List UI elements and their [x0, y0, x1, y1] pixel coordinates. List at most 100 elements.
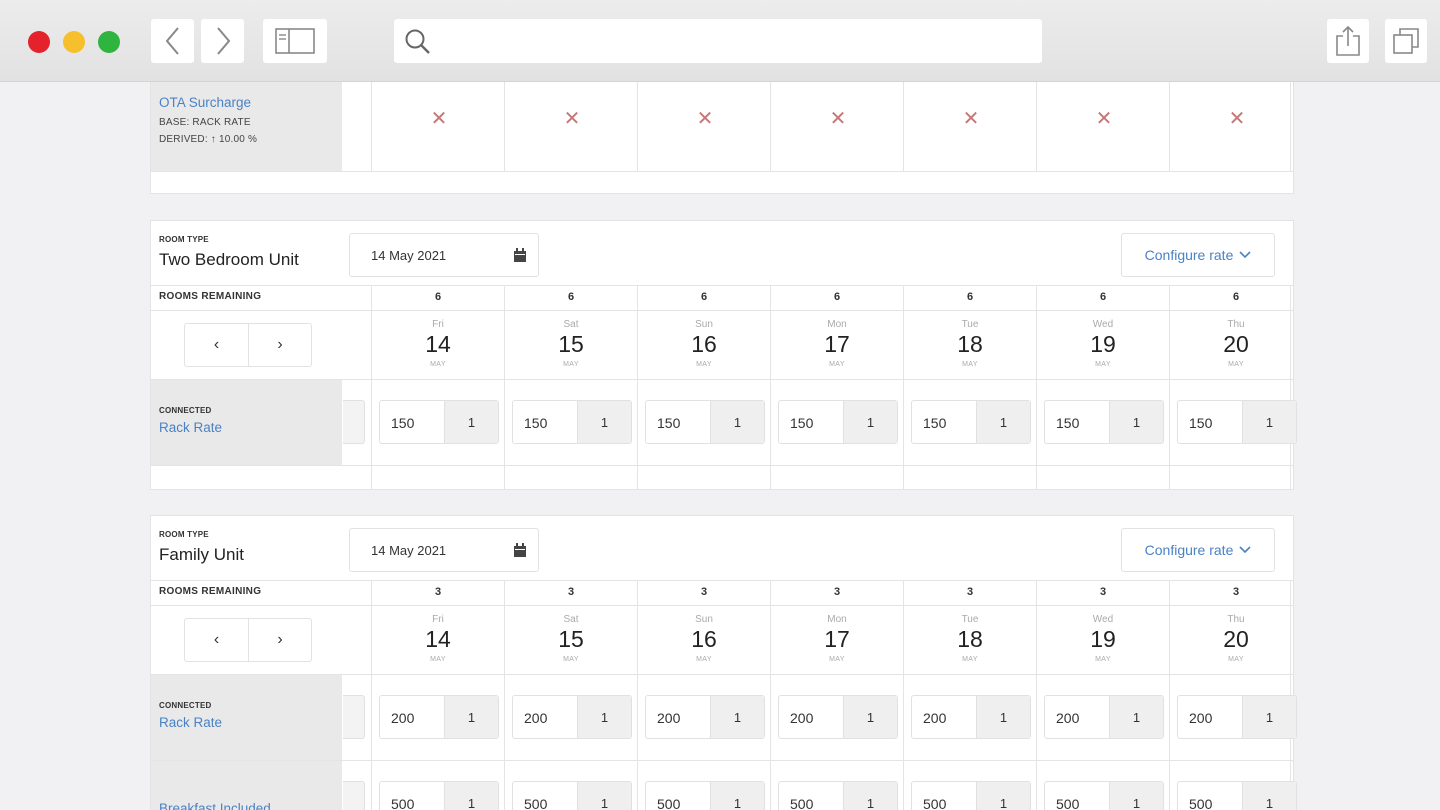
- rate-min-stay-input[interactable]: 1: [1109, 401, 1163, 443]
- rate-price-value: 150: [391, 415, 415, 431]
- rate-price-input[interactable]: 150 1: [911, 400, 1031, 444]
- room-type-label: ROOM TYPE: [159, 235, 209, 244]
- day-month: MAY: [430, 656, 446, 663]
- rate-min-stay-input[interactable]: 1: [577, 782, 631, 810]
- not-applicable-icon: ✕: [696, 108, 714, 130]
- sidebar-toggle-button[interactable]: [263, 19, 327, 63]
- previous-week-button[interactable]: ‹: [185, 324, 248, 366]
- rate-price-input[interactable]: 500 1: [645, 781, 765, 810]
- rate-min-stay-input[interactable]: 1: [1109, 782, 1163, 810]
- rate-min-stay-input[interactable]: 1: [976, 782, 1030, 810]
- rate-price-input[interactable]: 500 1: [512, 781, 632, 810]
- rate-min-stay-input[interactable]: 1: [843, 696, 897, 738]
- rate-price-input[interactable]: 200 1: [379, 695, 499, 739]
- rate-price-input[interactable]: 200 1: [512, 695, 632, 739]
- day-name: Sun: [695, 614, 713, 625]
- rooms-remaining-value: 3: [700, 586, 708, 598]
- rate-plan-link[interactable]: Breakfast Included: [159, 801, 271, 810]
- rate-min-stay-input[interactable]: 1: [1242, 401, 1296, 443]
- rate-min-stay-input[interactable]: 1: [710, 782, 764, 810]
- minimize-window-button[interactable]: [63, 31, 85, 53]
- rate-min-stay-input[interactable]: 1: [577, 401, 631, 443]
- rate-price-input[interactable]: 500 1: [1044, 781, 1164, 810]
- day-month: MAY: [962, 361, 978, 368]
- rate-price-input[interactable]: 150 1: [1177, 400, 1297, 444]
- room-type-name: Two Bedroom Unit: [159, 250, 299, 269]
- configure-rate-button[interactable]: Configure rate: [1121, 233, 1275, 277]
- close-window-button[interactable]: [28, 31, 50, 53]
- rate-price-value: 200: [657, 710, 681, 726]
- rate-price-input[interactable]: 200 1: [645, 695, 765, 739]
- day-month: MAY: [696, 656, 712, 663]
- not-applicable-icon: ✕: [430, 108, 448, 130]
- chevron-left-icon: [165, 27, 179, 55]
- rate-price-input[interactable]: 500 1: [1177, 781, 1297, 810]
- rate-price-input[interactable]: 500 1: [911, 781, 1031, 810]
- rate-min-stay-input[interactable]: 1: [444, 696, 498, 738]
- rate-price-input[interactable]: 200 1: [1177, 695, 1297, 739]
- tabs-button[interactable]: [1385, 19, 1427, 63]
- chevron-down-icon: [1239, 546, 1251, 554]
- rooms-remaining-value: 6: [1099, 291, 1107, 303]
- rate-price-input[interactable]: 150 1: [1044, 400, 1164, 444]
- rate-min-stay-input[interactable]: 1: [843, 401, 897, 443]
- rate-min-stay-input[interactable]: 1: [444, 782, 498, 810]
- configure-rate-button[interactable]: Configure rate: [1121, 528, 1275, 572]
- date-picker-value: 14 May 2021: [371, 248, 447, 263]
- rate-price-input[interactable]: 200 1: [1044, 695, 1164, 739]
- configure-rate-label: Configure rate: [1144, 542, 1234, 558]
- day-month: MAY: [1095, 361, 1111, 368]
- previous-week-button[interactable]: ‹: [185, 619, 248, 661]
- day-number: 15: [558, 331, 584, 357]
- next-week-button[interactable]: ›: [248, 619, 311, 661]
- rate-cell-stub: [343, 695, 365, 739]
- date-picker[interactable]: 14 May 2021: [349, 233, 539, 277]
- rate-price-value: 200: [1056, 710, 1080, 726]
- rate-price-input[interactable]: 150 1: [778, 400, 898, 444]
- rate-price-input[interactable]: 200 1: [778, 695, 898, 739]
- day-number: 17: [824, 331, 850, 357]
- rate-min-stay-input[interactable]: 1: [710, 696, 764, 738]
- share-button[interactable]: [1327, 19, 1369, 63]
- rate-price-input[interactable]: 150 1: [379, 400, 499, 444]
- zoom-window-button[interactable]: [98, 31, 120, 53]
- rate-min-stay-input[interactable]: 1: [843, 782, 897, 810]
- rate-plan-link[interactable]: Rack Rate: [159, 420, 222, 435]
- rate-min-stay-input[interactable]: 1: [1242, 696, 1296, 738]
- rate-price-value: 500: [790, 796, 814, 810]
- rate-min-stay-input[interactable]: 1: [976, 401, 1030, 443]
- back-button[interactable]: [151, 19, 194, 63]
- rate-price-input[interactable]: 200 1: [911, 695, 1031, 739]
- day-number: 16: [691, 626, 717, 652]
- rate-min-stay-input[interactable]: 1: [444, 401, 498, 443]
- rooms-remaining-value: 6: [700, 291, 708, 303]
- rate-min-stay-input[interactable]: 1: [1109, 696, 1163, 738]
- day-name: Sat: [563, 319, 579, 330]
- rate-min-stay-input[interactable]: 1: [710, 401, 764, 443]
- address-bar[interactable]: [394, 19, 1042, 63]
- day-number: 19: [1090, 331, 1116, 357]
- forward-button[interactable]: [201, 19, 244, 63]
- day-number: 18: [957, 626, 983, 652]
- not-applicable-icon: ✕: [1095, 108, 1113, 130]
- rate-min-stay-input[interactable]: 1: [1242, 782, 1296, 810]
- rooms-remaining-label: ROOMS REMAINING: [159, 586, 262, 597]
- rate-price-value: 500: [1056, 796, 1080, 810]
- rate-price-input[interactable]: 500 1: [778, 781, 898, 810]
- rate-price-input[interactable]: 150 1: [645, 400, 765, 444]
- next-week-button[interactable]: ›: [248, 324, 311, 366]
- search-icon: [405, 29, 430, 54]
- rate-min-stay-input[interactable]: 1: [976, 696, 1030, 738]
- rate-name-ota-surcharge[interactable]: OTA Surcharge: [159, 95, 251, 110]
- rate-min-stay-input[interactable]: 1: [577, 696, 631, 738]
- date-picker[interactable]: 14 May 2021: [349, 528, 539, 572]
- day-number: 15: [558, 626, 584, 652]
- rate-price-input[interactable]: 500 1: [379, 781, 499, 810]
- rate-plan-link[interactable]: Rack Rate: [159, 715, 222, 730]
- day-month: MAY: [696, 361, 712, 368]
- rooms-remaining-value: 6: [966, 291, 974, 303]
- rooms-remaining-value: 3: [1099, 586, 1107, 598]
- ota-surcharge-card: OTA Surcharge BASE: RACK RATE DERIVED: ↑…: [150, 82, 1294, 194]
- rate-price-input[interactable]: 150 1: [512, 400, 632, 444]
- rate-price-value: 200: [790, 710, 814, 726]
